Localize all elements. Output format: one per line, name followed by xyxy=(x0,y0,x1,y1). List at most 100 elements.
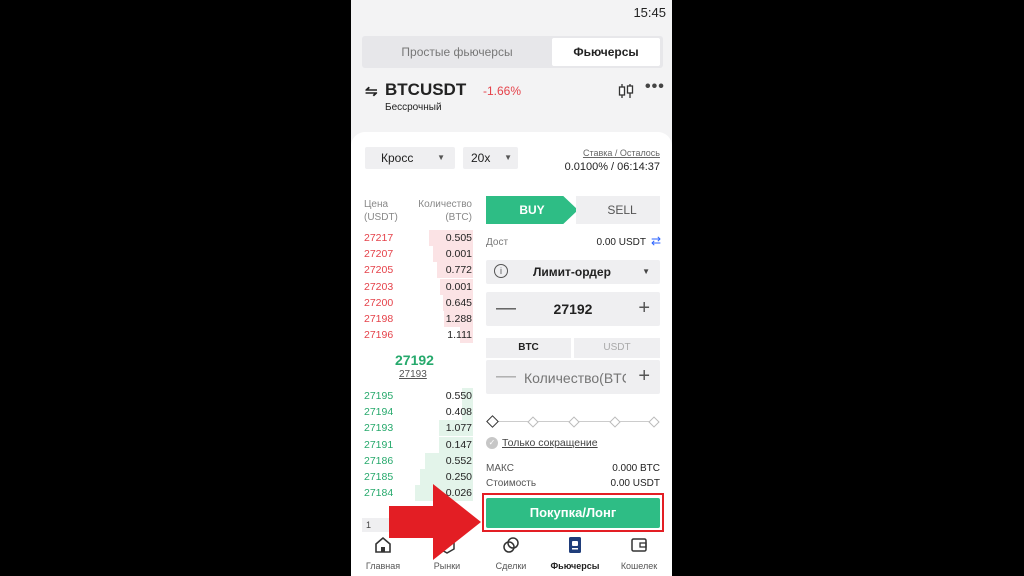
row-price: 27194 xyxy=(364,406,394,419)
ask-row[interactable]: 27217 0.505 xyxy=(362,230,473,246)
annotation-arrow-icon xyxy=(389,484,481,560)
bid-row[interactable]: 27191 0.147 xyxy=(362,436,473,453)
buy-tab[interactable]: BUY xyxy=(486,196,578,224)
orderbook-qty-header: Количество (BTC) xyxy=(418,199,472,223)
available-value: 0.00 USDT xyxy=(596,237,646,248)
unit-tab-btc[interactable]: BTC xyxy=(486,338,571,358)
funding-rate-value: 0.0100% / 06:14:37 xyxy=(564,161,660,173)
trades-icon xyxy=(503,537,519,553)
bid-row[interactable]: 27186 0.552 xyxy=(362,452,473,469)
row-quantity: 0.250 xyxy=(445,471,472,483)
slider-step-75[interactable] xyxy=(609,416,621,428)
available-label: Дост xyxy=(486,237,509,248)
row-price: 27186 xyxy=(364,454,394,467)
row-price: 27207 xyxy=(364,248,394,261)
row-quantity: 0.408 xyxy=(445,406,472,419)
max-label: МАКС xyxy=(486,463,514,474)
cost-value: 0.00 USDT xyxy=(610,478,660,489)
slider-handle[interactable] xyxy=(486,415,499,428)
check-icon: ✓ xyxy=(486,437,498,450)
row-quantity: 0.505 xyxy=(445,232,472,244)
row-price: 27205 xyxy=(364,264,394,277)
mode-tabs: Простые фьючерсы Фьючерсы xyxy=(362,36,663,68)
chevron-down-icon: ▼ xyxy=(642,267,650,276)
bid-row[interactable]: 27194 0.408 xyxy=(362,404,473,421)
row-price: 27217 xyxy=(364,232,394,244)
buy-long-button[interactable]: Покупка/Лонг xyxy=(486,498,660,528)
order-type-label: Лимит-ордер xyxy=(533,265,611,279)
trading-card: Кросс ▼ 20x ▼ Ставка / Осталось 0.0100% … xyxy=(351,132,672,534)
chevron-down-icon: ▼ xyxy=(504,153,512,162)
price-input[interactable]: 27192 xyxy=(486,301,660,317)
row-price: 27200 xyxy=(364,296,394,309)
quantity-increase-button[interactable]: + xyxy=(638,365,650,388)
nav-label: Рынки xyxy=(433,561,461,571)
side-switch: BUY SELL xyxy=(486,196,660,224)
row-price: 27196 xyxy=(364,329,394,342)
sell-tab[interactable]: SELL xyxy=(576,196,660,224)
nav-wallet[interactable]: Кошелек xyxy=(607,532,671,576)
row-price: 27191 xyxy=(364,438,394,451)
row-price: 27193 xyxy=(364,422,394,435)
quantity-decrease-button[interactable]: — xyxy=(496,365,516,388)
futures-icon xyxy=(569,537,581,553)
bid-row[interactable]: 27193 1.077 xyxy=(362,420,473,437)
nav-trades[interactable]: Сделки xyxy=(479,532,543,576)
slider-step-25[interactable] xyxy=(527,416,539,428)
nav-label: Главная xyxy=(365,561,401,571)
last-price[interactable]: 27192 xyxy=(395,352,434,368)
nav-futures[interactable]: Фьючерсы xyxy=(543,532,607,576)
reduce-only-checkbox[interactable]: ✓ Только сокращение xyxy=(486,437,598,450)
max-value: 0.000 BTC xyxy=(612,463,660,474)
tab-futures[interactable]: Фьючерсы xyxy=(552,38,660,66)
ask-row[interactable]: 27203 0.001 xyxy=(362,278,473,295)
info-icon[interactable]: i xyxy=(494,264,508,278)
quantity-input[interactable] xyxy=(522,367,628,389)
transfer-icon[interactable]: ⇄ xyxy=(651,234,661,248)
tab-simple-futures[interactable]: Простые фьючерсы xyxy=(364,38,550,66)
pair-change: -1.66% xyxy=(483,84,522,98)
more-options-icon[interactable]: ••• xyxy=(645,78,665,96)
cost-label: Стоимость xyxy=(486,478,537,489)
instrument-header: ⇋ BTCUSDT -1.66% Бессрочный ••• xyxy=(365,78,665,116)
ask-row[interactable]: 27198 1.288 xyxy=(362,311,473,327)
order-type-select[interactable]: i Лимит-ордер ▼ xyxy=(486,260,660,284)
row-quantity: 1.111 xyxy=(447,329,472,342)
row-quantity: 0.772 xyxy=(445,264,472,277)
slider-step-100[interactable] xyxy=(648,416,660,428)
pair-symbol[interactable]: BTCUSDT xyxy=(385,80,466,100)
ask-row[interactable]: 27200 0.645 xyxy=(362,294,473,311)
price-increase-button[interactable]: + xyxy=(638,297,650,320)
quantity-slider[interactable] xyxy=(486,415,660,428)
chevron-down-icon: ▼ xyxy=(437,153,445,162)
swap-pair-icon[interactable]: ⇋ xyxy=(365,82,378,100)
pair-subtitle: Бессрочный xyxy=(385,102,442,113)
row-price: 27195 xyxy=(364,390,394,402)
row-quantity: 0.552 xyxy=(445,454,472,467)
row-quantity: 0.001 xyxy=(445,280,472,293)
row-price: 27203 xyxy=(364,280,394,293)
unit-tab-usdt[interactable]: USDT xyxy=(574,338,660,358)
row-quantity: 1.077 xyxy=(445,422,472,435)
mark-price[interactable]: 27193 xyxy=(399,369,427,380)
row-price: 27185 xyxy=(364,471,394,483)
quantity-stepper: — + xyxy=(486,360,660,394)
row-quantity: 0.001 xyxy=(445,248,472,261)
row-quantity: 1.288 xyxy=(445,313,472,325)
bid-row[interactable]: 27185 0.250 xyxy=(362,469,473,485)
margin-mode-select[interactable]: Кросс ▼ xyxy=(365,147,455,169)
leverage-select[interactable]: 20x ▼ xyxy=(463,147,518,169)
slider-step-50[interactable] xyxy=(568,416,580,428)
wallet-icon xyxy=(631,538,647,552)
quantity-unit-tabs: BTC USDT xyxy=(486,338,660,358)
ask-row[interactable]: 27196 1.111 xyxy=(362,327,473,344)
row-quantity: 0.147 xyxy=(445,438,472,451)
ask-row[interactable]: 27207 0.001 xyxy=(362,246,473,263)
candlestick-chart-icon[interactable] xyxy=(617,83,635,99)
funding-rate-label[interactable]: Ставка / Осталось xyxy=(583,148,660,158)
status-time: 15:45 xyxy=(633,5,666,20)
row-price: 27198 xyxy=(364,313,394,325)
ask-row[interactable]: 27205 0.772 xyxy=(362,262,473,279)
bid-row[interactable]: 27195 0.550 xyxy=(362,388,473,404)
nav-label: Сделки xyxy=(495,561,527,571)
